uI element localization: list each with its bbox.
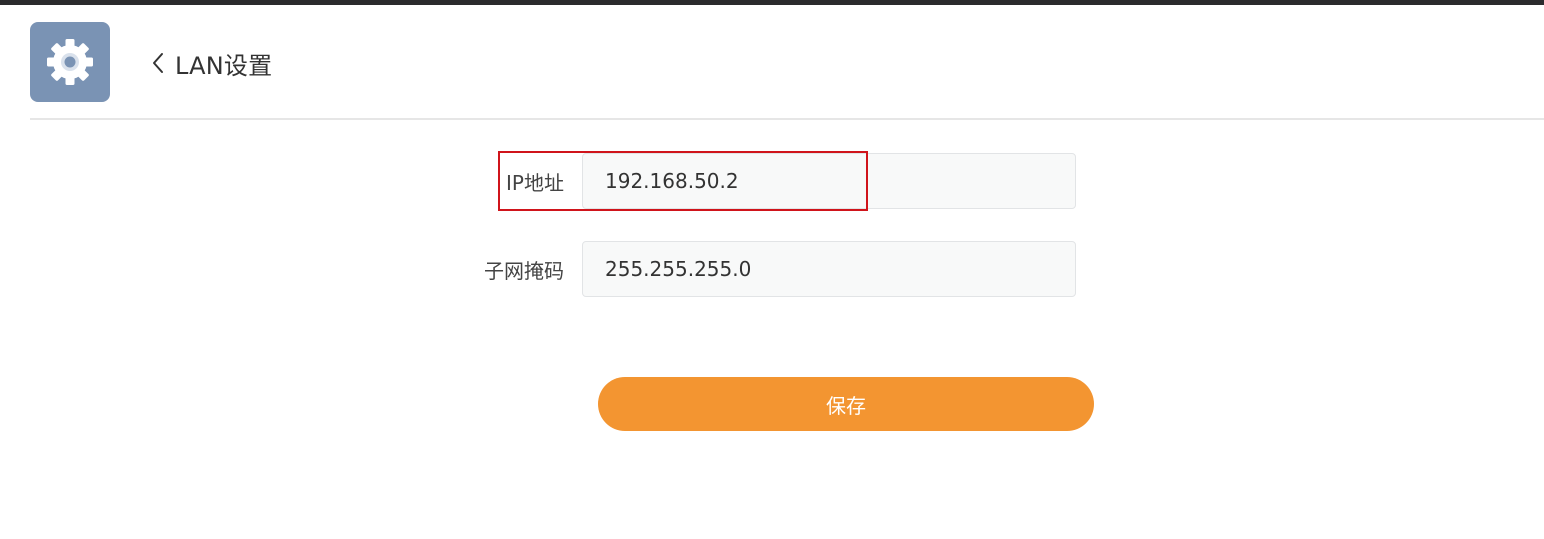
ip-address-input[interactable]	[582, 153, 1076, 209]
ip-address-row: IP地址	[480, 153, 1094, 209]
ip-address-label: IP地址	[506, 170, 564, 195]
chevron-left-icon	[153, 53, 163, 73]
save-button[interactable]: 保存	[598, 377, 1094, 431]
back-button[interactable]: LAN设置	[150, 44, 272, 82]
header-divider	[30, 118, 1544, 120]
subnet-mask-input[interactable]	[582, 241, 1076, 297]
gear-icon	[47, 39, 93, 85]
subnet-mask-label: 子网掩码	[484, 258, 564, 283]
top-window-strip	[0, 0, 1544, 5]
settings-app-icon	[30, 22, 110, 102]
page-title: LAN设置	[175, 51, 273, 80]
subnet-mask-row: 子网掩码	[480, 241, 1094, 297]
